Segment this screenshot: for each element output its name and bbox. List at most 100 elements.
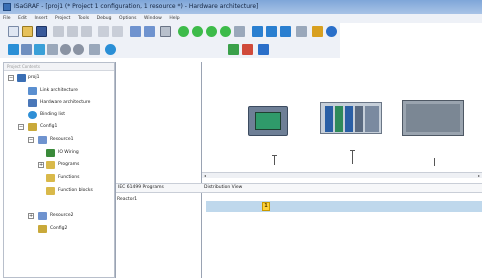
- tree-item-config1[interactable]: − Config1: [18, 122, 114, 132]
- stop-icon[interactable]: [60, 44, 71, 55]
- title-bar: ISaGRAF - [proj1 (* Project 1 configurat…: [0, 0, 482, 14]
- collapse-icon[interactable]: −: [28, 137, 34, 143]
- layer-icon: [105, 44, 116, 55]
- network-connector: [352, 150, 353, 164]
- expand-icon[interactable]: +: [38, 162, 44, 168]
- tree-label: IO Wiring: [58, 150, 79, 155]
- hmi-device-icon[interactable]: [248, 106, 288, 136]
- step-icon[interactable]: [252, 26, 263, 37]
- resource-marker[interactable]: 1: [262, 202, 270, 211]
- nav-right-icon[interactable]: [144, 26, 155, 37]
- sync-icon[interactable]: [206, 26, 217, 37]
- record-icon[interactable]: [73, 44, 84, 55]
- scroll-right-icon[interactable]: ▸: [476, 173, 482, 178]
- window-title: ISaGRAF - [proj1 (* Project 1 configurat…: [14, 3, 259, 10]
- tree-item-io-wiring[interactable]: IO Wiring: [46, 148, 114, 158]
- io-icon[interactable]: [47, 44, 58, 55]
- function-blocks-icon: [46, 187, 55, 195]
- delete-icon[interactable]: [242, 44, 253, 55]
- link-architecture-icon: [28, 87, 37, 95]
- play-icon[interactable]: [280, 26, 291, 37]
- canvas-scrollbar[interactable]: ◂ ▸: [202, 172, 482, 178]
- menu-window[interactable]: Window: [141, 14, 165, 23]
- hmi-screen: [255, 112, 281, 130]
- new-icon[interactable]: [8, 26, 19, 37]
- distribution-band: [206, 201, 482, 212]
- program-row-label[interactable]: Reactor1: [117, 197, 137, 202]
- rack-module: [325, 106, 333, 132]
- distribution-header-label: Distribution View: [204, 185, 243, 190]
- controller-icon[interactable]: [402, 100, 464, 136]
- globe-icon[interactable]: [326, 26, 337, 37]
- tree-label: Binding list: [40, 112, 66, 117]
- hardware-icon: [28, 99, 37, 107]
- connect-icon[interactable]: [178, 26, 189, 37]
- paste-icon[interactable]: [81, 26, 92, 37]
- config-icon: [38, 225, 47, 233]
- properties-icon[interactable]: [258, 44, 269, 55]
- resource-icon: [38, 136, 47, 144]
- binding-icon: [28, 111, 37, 119]
- tree-label: Config1: [40, 124, 58, 129]
- network-connector-tick: [350, 150, 355, 151]
- tree-icon[interactable]: [8, 44, 19, 55]
- back-icon[interactable]: [98, 26, 109, 37]
- copy-icon[interactable]: [67, 26, 78, 37]
- tree-label: Function blocks: [58, 188, 93, 193]
- tree-item-programs[interactable]: + Programs: [38, 160, 114, 170]
- tree-label: Resource2: [50, 213, 74, 218]
- tree-label: Hardware architecture: [40, 100, 91, 105]
- tree-item-hardware-architecture[interactable]: Hardware architecture: [22, 98, 114, 108]
- resource-icon: [38, 212, 47, 220]
- functions-icon: [46, 174, 55, 182]
- forward-icon[interactable]: [112, 26, 123, 37]
- expand-icon[interactable]: +: [28, 213, 34, 219]
- hardware-canvas: [202, 62, 482, 202]
- filter-icon[interactable]: [296, 26, 307, 37]
- instance-icon[interactable]: [228, 44, 239, 55]
- settings-icon[interactable]: [89, 44, 100, 55]
- plc-rack-icon[interactable]: [320, 102, 382, 134]
- menu-tools[interactable]: Tools: [75, 14, 92, 23]
- download-icon[interactable]: [220, 26, 231, 37]
- run-icon[interactable]: [266, 26, 277, 37]
- menu-project[interactable]: Project: [52, 14, 73, 23]
- tree-item-binding-list[interactable]: Binding list: [22, 110, 114, 120]
- tree-item-function-blocks[interactable]: Function blocks: [46, 186, 114, 196]
- menu-debug[interactable]: Debug: [94, 14, 115, 23]
- tree-item-resource1[interactable]: − Resource1: [28, 135, 114, 145]
- network-connector: [434, 158, 435, 166]
- tree-item-link-architecture[interactable]: Link architecture: [22, 86, 114, 96]
- tree-item-proj1[interactable]: − proj1: [8, 73, 108, 83]
- network-connector-tick: [272, 155, 277, 156]
- tree-item-functions[interactable]: Functions: [46, 173, 114, 183]
- cut-icon[interactable]: [53, 26, 64, 37]
- rack-module: [335, 106, 343, 132]
- menu-edit[interactable]: Edit: [15, 14, 30, 23]
- target-icon[interactable]: [234, 26, 245, 37]
- app-icon: [3, 3, 11, 11]
- menu-insert[interactable]: Insert: [31, 14, 50, 23]
- menu-file[interactable]: File: [0, 14, 14, 23]
- link-icon[interactable]: [192, 26, 203, 37]
- distribution-header: Distribution View: [202, 183, 482, 193]
- rack-module: [345, 106, 353, 132]
- collapse-icon[interactable]: −: [18, 124, 24, 130]
- print-icon[interactable]: [160, 26, 171, 37]
- menu-options[interactable]: Options: [116, 14, 139, 23]
- tree-item-config2[interactable]: Config2: [28, 224, 114, 234]
- open-icon[interactable]: [22, 26, 33, 37]
- resource-icon[interactable]: [34, 44, 45, 55]
- save-icon[interactable]: [36, 26, 47, 37]
- rack-module: [365, 106, 379, 132]
- tree-label: Functions: [58, 175, 80, 180]
- chart-icon[interactable]: [312, 26, 323, 37]
- collapse-icon[interactable]: −: [8, 75, 14, 81]
- menu-bar: File Edit Insert Project Tools Debug Opt…: [0, 14, 482, 23]
- menu-help[interactable]: Help: [166, 14, 182, 23]
- tree-item-resource2[interactable]: + Resource2: [28, 211, 114, 221]
- scroll-left-icon[interactable]: ◂: [202, 173, 208, 178]
- arrow-icon[interactable]: [21, 44, 32, 55]
- nav-left-icon[interactable]: [130, 26, 141, 37]
- config-icon: [28, 123, 37, 131]
